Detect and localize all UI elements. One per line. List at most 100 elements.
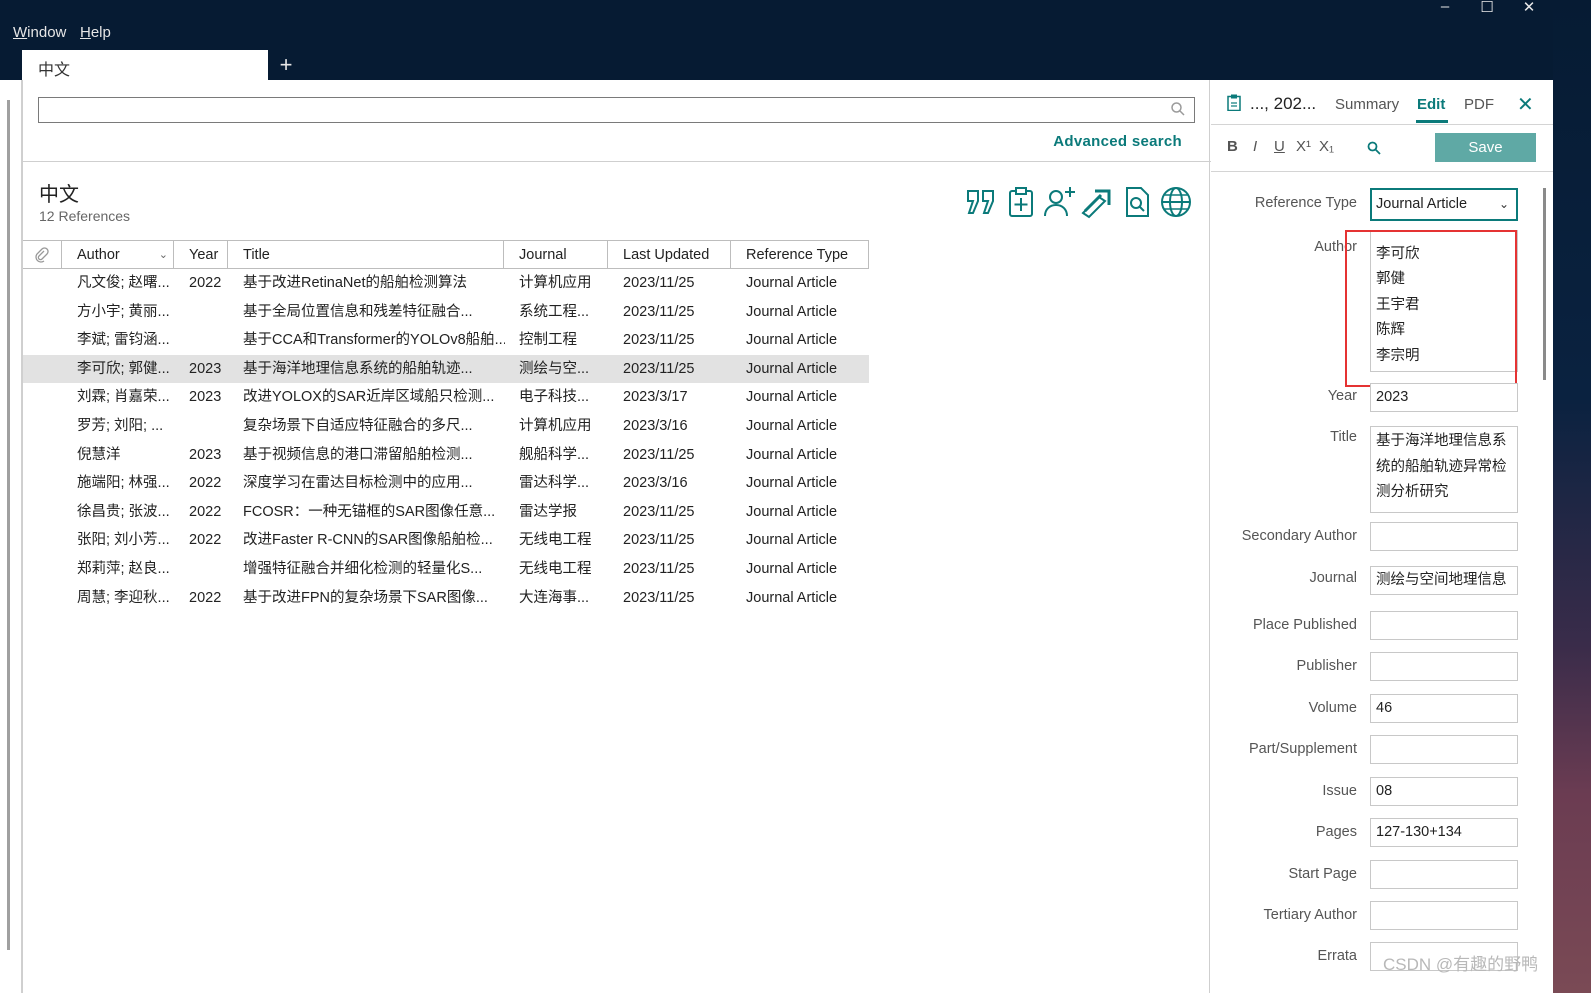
column-header-journal[interactable]: Journal (504, 241, 608, 269)
add-tab-button[interactable]: + (274, 52, 298, 78)
cell-title: 复杂场景下自适应特征融合的多尺... (243, 417, 473, 434)
menu-help[interactable]: Help (80, 24, 111, 41)
bold-button[interactable]: B (1227, 138, 1238, 155)
minimize-button[interactable]: – (1430, 0, 1460, 15)
cell-journal: 舰船科学... (519, 446, 590, 463)
advanced-search-link[interactable]: Advanced search (1053, 133, 1182, 150)
table-row[interactable]: 刘霖; 肖嘉荣... 2023 改进YOLOX的SAR近岸区域船只检测... 电子科技… (23, 383, 869, 412)
save-button[interactable]: Save (1435, 133, 1536, 162)
table-row[interactable]: 凡文俊; 赵曙... 2022 基于改进RetinaNet的船舶检测算法 计算机应用 2… (23, 269, 869, 298)
underline-button[interactable]: U (1274, 138, 1285, 155)
cell-last-updated: 2023/11/25 (623, 275, 695, 291)
field-label-place-published: Place Published (1253, 617, 1357, 633)
close-button[interactable]: ✕ (1514, 0, 1544, 16)
table-row[interactable]: 罗芳; 刘阳; ... 复杂场景下自适应特征融合的多尺... 计算机应用 2023/3… (23, 412, 869, 441)
table-row[interactable]: 徐昌贵; 张波... 2022 FCOSR：一种无锚框的SAR图像任意... 雷达学报… (23, 498, 869, 527)
maximize-button[interactable]: ☐ (1472, 0, 1502, 16)
field-label-reference-type: Reference Type (1254, 195, 1357, 211)
table-row[interactable]: 方小宇; 黄丽... 基于全局位置信息和残差特征融合... 系统工程... 2023/… (23, 298, 869, 327)
chevron-down-icon: ⌄ (1498, 197, 1509, 211)
column-header-year[interactable]: Year (174, 241, 228, 269)
reference-table: Author ⌄ Year Title Journal Last Updated … (23, 240, 869, 612)
pages-field[interactable]: 127-130+134 (1370, 818, 1518, 847)
table-row[interactable]: 郑莉萍; 赵良... 增强特征融合并细化检测的轻量化S... 无线电工程 2023/1… (23, 555, 869, 584)
group-title: 中文 (39, 184, 79, 206)
table-row[interactable]: 李可欣; 郭健... 2023 基于海洋地理信息系统的船舶轨迹... 测绘与空... 2… (23, 354, 869, 384)
search-input[interactable] (38, 97, 1195, 123)
column-header-last-updated[interactable]: Last Updated (608, 241, 731, 269)
title-line: 测分析研究 (1376, 484, 1449, 501)
menu-help-rest: elp (90, 24, 111, 41)
menu-window-rest: indow (27, 24, 67, 41)
cell-last-updated: 2023/11/25 (623, 446, 695, 463)
table-row[interactable]: 张阳; 刘小芳... 2022 改进Faster R-CNN的SAR图像船舶检...… (23, 526, 869, 555)
table-row[interactable]: 李斌; 雷钧涵... 基于CCA和Transformer的YOLOv8船舶... 控… (23, 326, 869, 355)
cell-reference-type: Journal Article (746, 417, 838, 434)
find-pdf-icon[interactable] (1120, 185, 1154, 219)
panel-scrollbar[interactable] (1543, 188, 1546, 380)
cell-title: 基于海洋地理信息系统的船舶轨迹... (243, 360, 473, 377)
year-field[interactable]: 2023 (1370, 383, 1518, 412)
cell-last-updated: 2023/11/25 (623, 532, 695, 549)
tab-summary[interactable]: Summary (1335, 96, 1399, 113)
cell-journal: 测绘与空... (519, 360, 590, 377)
panel-header: ..., 202... Summary Edit PDF ✕ (1211, 80, 1553, 124)
close-panel-button[interactable]: ✕ (1517, 92, 1534, 117)
cell-journal: 无线电工程 (519, 560, 592, 577)
find-icon[interactable] (1367, 141, 1381, 155)
search-icon[interactable] (1170, 101, 1186, 117)
secondary-author-field[interactable] (1370, 522, 1518, 551)
tertiary-author-field[interactable] (1370, 901, 1518, 930)
tab-pdf[interactable]: PDF (1464, 96, 1494, 113)
export-icon[interactable] (1081, 185, 1115, 219)
subscript-button[interactable]: X₁ (1319, 138, 1334, 155)
cell-reference-type: Journal Article (746, 532, 838, 549)
share-icon[interactable] (1042, 185, 1076, 219)
column-header-author[interactable]: Author ⌄ (62, 241, 174, 269)
column-header-author-label: Author (77, 247, 120, 263)
superscript-button[interactable]: X¹ (1296, 138, 1311, 155)
field-label-year: Year (1327, 388, 1357, 404)
title-line: 统的船舶轨迹异常检 (1376, 458, 1507, 475)
part-supplement-field[interactable] (1370, 735, 1518, 764)
cell-reference-type: Journal Article (746, 446, 838, 463)
title-line: 基于海洋地理信息系 (1376, 433, 1507, 449)
publisher-field[interactable] (1370, 652, 1518, 681)
insert-citation-icon[interactable] (964, 185, 998, 219)
paperclip-icon (35, 247, 49, 263)
field-label-title: Title (1330, 429, 1357, 445)
menu-window[interactable]: Window (13, 24, 66, 41)
online-search-icon[interactable] (1159, 185, 1193, 219)
issue-field[interactable]: 08 (1370, 777, 1518, 806)
title-field[interactable]: 基于海洋地理信息系 统的船舶轨迹异常检 测分析研究 (1370, 426, 1518, 513)
cell-author: 周慧; 李迎秋... (77, 589, 170, 606)
start-page-field[interactable] (1370, 860, 1518, 889)
volume-field[interactable]: 46 (1370, 694, 1518, 723)
cell-author: 张阳; 刘小芳... (77, 532, 170, 549)
cell-last-updated: 2023/3/16 (623, 475, 688, 492)
attachment-column-header[interactable] (23, 241, 62, 269)
table-row[interactable]: 周慧; 李迎秋... 2022 基于改进FPN的复杂场景下SAR图像... 大连海事.… (23, 584, 869, 613)
italic-button[interactable]: I (1253, 138, 1257, 155)
reference-type-select[interactable]: Journal Article ⌄ (1370, 188, 1518, 221)
cell-year: 2022 (189, 275, 222, 291)
cell-author: 罗芳; 刘阳; ... (77, 417, 164, 434)
column-header-title[interactable]: Title (228, 241, 504, 269)
sort-chevron-icon: ⌄ (158, 249, 168, 261)
left-panel-edge (0, 80, 22, 993)
divider (1211, 171, 1553, 172)
journal-field[interactable]: 测绘与空间地理信息 (1370, 566, 1518, 595)
table-row[interactable]: 施端阳; 林强... 2022 深度学习在雷达目标检测中的应用... 雷达科学... 2… (23, 469, 869, 498)
place-published-field[interactable] (1370, 611, 1518, 640)
cell-journal: 大连海事... (519, 589, 590, 606)
cell-year: 2023 (189, 446, 222, 463)
left-scrollbar[interactable] (7, 100, 10, 950)
cell-reference-type: Journal Article (746, 275, 838, 291)
column-header-reference-type[interactable]: Reference Type (731, 241, 869, 269)
tab-edit[interactable]: Edit (1417, 96, 1445, 113)
table-row[interactable]: 倪慧洋 2023 基于视频信息的港口滞留船舶检测... 舰船科学... 2023/11/… (23, 441, 869, 470)
library-tab[interactable]: 中文 (22, 50, 268, 81)
add-to-group-icon[interactable] (1004, 185, 1038, 219)
cell-author: 方小宇; 黄丽... (77, 303, 170, 320)
cell-journal: 计算机应用 (519, 417, 592, 434)
